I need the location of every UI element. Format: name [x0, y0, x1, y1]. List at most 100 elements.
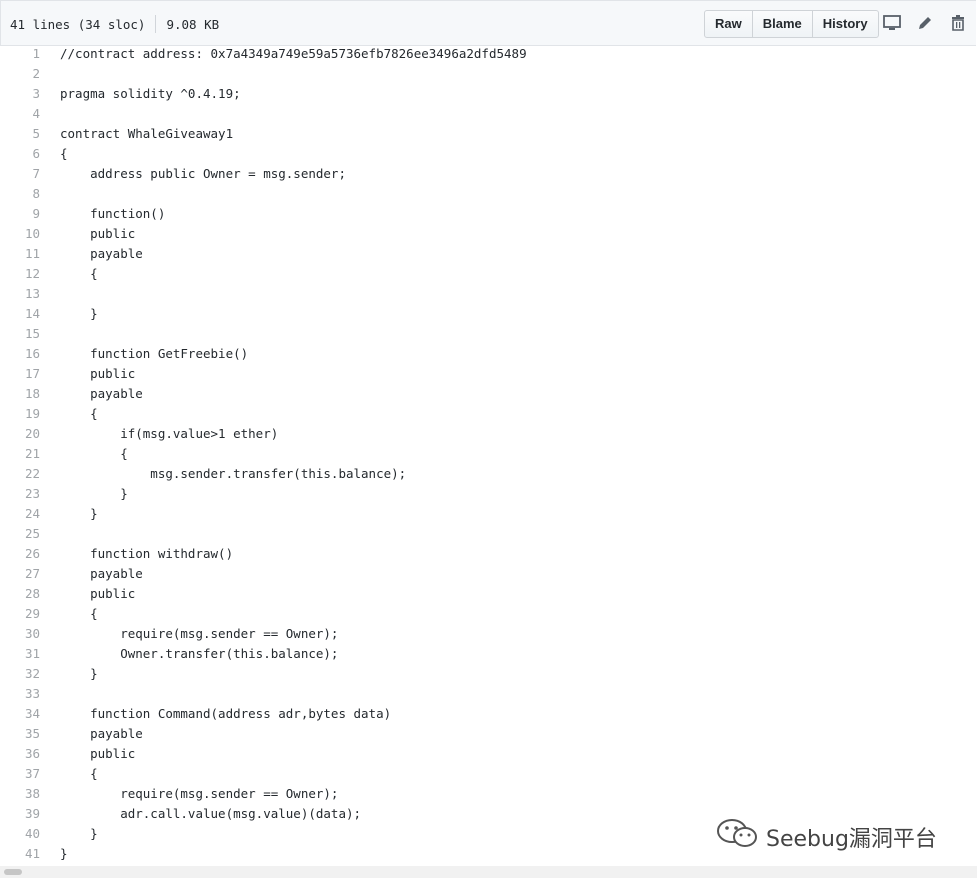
code-line: 18 payable: [0, 384, 977, 404]
pencil-icon[interactable]: [914, 12, 936, 34]
line-number[interactable]: 20: [0, 424, 40, 444]
line-number[interactable]: 37: [0, 764, 40, 784]
code-line: 17 public: [0, 364, 977, 384]
line-number[interactable]: 33: [0, 684, 40, 704]
code-text: //contract address: 0x7a4349a749e59a5736…: [60, 46, 527, 61]
scrollbar-thumb[interactable]: [4, 869, 22, 875]
code-text: {: [60, 766, 98, 781]
line-number[interactable]: 30: [0, 624, 40, 644]
raw-button[interactable]: Raw: [705, 11, 753, 37]
code-text: payable: [60, 566, 143, 581]
line-number[interactable]: 22: [0, 464, 40, 484]
line-number[interactable]: 6: [0, 144, 40, 164]
code-line: 37 {: [0, 764, 977, 784]
code-text: }: [60, 506, 98, 521]
code-text: pragma solidity ^0.4.19;: [60, 86, 241, 101]
line-number[interactable]: 32: [0, 664, 40, 684]
line-number[interactable]: 23: [0, 484, 40, 504]
code-text: public: [60, 226, 136, 241]
code-line: 22 msg.sender.transfer(this.balance);: [0, 464, 977, 484]
horizontal-scrollbar[interactable]: [0, 866, 977, 878]
code-line: 8: [0, 184, 977, 204]
line-number[interactable]: 14: [0, 304, 40, 324]
line-number[interactable]: 29: [0, 604, 40, 624]
code-line: 1 //contract address: 0x7a4349a749e59a573…: [0, 44, 977, 64]
code-line: 29 {: [0, 604, 977, 624]
code-line: 2: [0, 64, 977, 84]
line-number[interactable]: 3: [0, 84, 40, 104]
line-number[interactable]: 17: [0, 364, 40, 384]
line-number[interactable]: 13: [0, 284, 40, 304]
code-text: if(msg.value>1 ether): [60, 426, 279, 441]
line-number[interactable]: 4: [0, 104, 40, 124]
line-number[interactable]: 34: [0, 704, 40, 724]
code-line: 36 public: [0, 744, 977, 764]
code-text: public: [60, 586, 136, 601]
code-text: contract WhaleGiveaway1: [60, 126, 234, 141]
line-number[interactable]: 7: [0, 164, 40, 184]
code-line: 35 payable: [0, 724, 977, 744]
code-line: 15: [0, 324, 977, 344]
line-number[interactable]: 16: [0, 344, 40, 364]
code-text: payable: [60, 246, 143, 261]
code-line: 27 payable: [0, 564, 977, 584]
code-line: 31 Owner.transfer(this.balance);: [0, 644, 977, 664]
code-text: require(msg.sender == Owner);: [60, 626, 339, 641]
line-number[interactable]: 27: [0, 564, 40, 584]
code-text: function(): [60, 206, 166, 221]
code-text: public: [60, 746, 136, 761]
line-number[interactable]: 41: [0, 844, 40, 864]
line-number[interactable]: 21: [0, 444, 40, 464]
wechat-icon: [716, 816, 766, 858]
code-listing: 1 //contract address: 0x7a4349a749e59a573…: [0, 44, 977, 864]
line-number[interactable]: 11: [0, 244, 40, 264]
code-line: 21 {: [0, 444, 977, 464]
code-line: 7 address public Owner = msg.sender;: [0, 164, 977, 184]
desktop-icon[interactable]: [881, 12, 903, 34]
line-number[interactable]: 31: [0, 644, 40, 664]
file-view: 41 lines (34 sloc) 9.08 KB Raw Blame His…: [0, 0, 977, 878]
line-number[interactable]: 24: [0, 504, 40, 524]
line-number[interactable]: 26: [0, 544, 40, 564]
history-button[interactable]: History: [813, 11, 878, 37]
line-number[interactable]: 25: [0, 524, 40, 544]
code-line: 11 payable: [0, 244, 977, 264]
line-number[interactable]: 40: [0, 824, 40, 844]
line-number[interactable]: 39: [0, 804, 40, 824]
code-line: 5 contract WhaleGiveaway1: [0, 124, 977, 144]
code-line: 20 if(msg.value>1 ether): [0, 424, 977, 444]
line-number[interactable]: 12: [0, 264, 40, 284]
line-number[interactable]: 1: [0, 44, 40, 64]
line-number[interactable]: 35: [0, 724, 40, 744]
line-number[interactable]: 10: [0, 224, 40, 244]
code-line: 12 {: [0, 264, 977, 284]
divider: [155, 15, 157, 33]
line-number[interactable]: 28: [0, 584, 40, 604]
code-line: 10 public: [0, 224, 977, 244]
line-number[interactable]: 38: [0, 784, 40, 804]
line-number[interactable]: 5: [0, 124, 40, 144]
code-line: 30 require(msg.sender == Owner);: [0, 624, 977, 644]
code-line: 6{: [0, 144, 977, 164]
code-text: {: [60, 266, 98, 281]
code-line: 38 require(msg.sender == Owner);: [0, 784, 977, 804]
line-number[interactable]: 8: [0, 184, 40, 204]
code-text: address public Owner = msg.sender;: [60, 166, 346, 181]
line-number[interactable]: 9: [0, 204, 40, 224]
code-line: 33: [0, 684, 977, 704]
file-actions: [881, 12, 977, 34]
code-line: 9 function(): [0, 204, 977, 224]
line-number[interactable]: 2: [0, 64, 40, 84]
code-text: {: [60, 606, 98, 621]
code-line: 14 }: [0, 304, 977, 324]
code-text: payable: [60, 386, 143, 401]
trash-icon[interactable]: [947, 12, 969, 34]
line-number[interactable]: 19: [0, 404, 40, 424]
line-number[interactable]: 18: [0, 384, 40, 404]
code-text: function withdraw(): [60, 546, 234, 561]
watermark-text: Seebug漏洞平台: [766, 827, 937, 852]
blame-button[interactable]: Blame: [753, 11, 813, 37]
line-number[interactable]: 15: [0, 324, 40, 344]
line-number[interactable]: 36: [0, 744, 40, 764]
code-line: 34 function Command(address adr,bytes da…: [0, 704, 977, 724]
